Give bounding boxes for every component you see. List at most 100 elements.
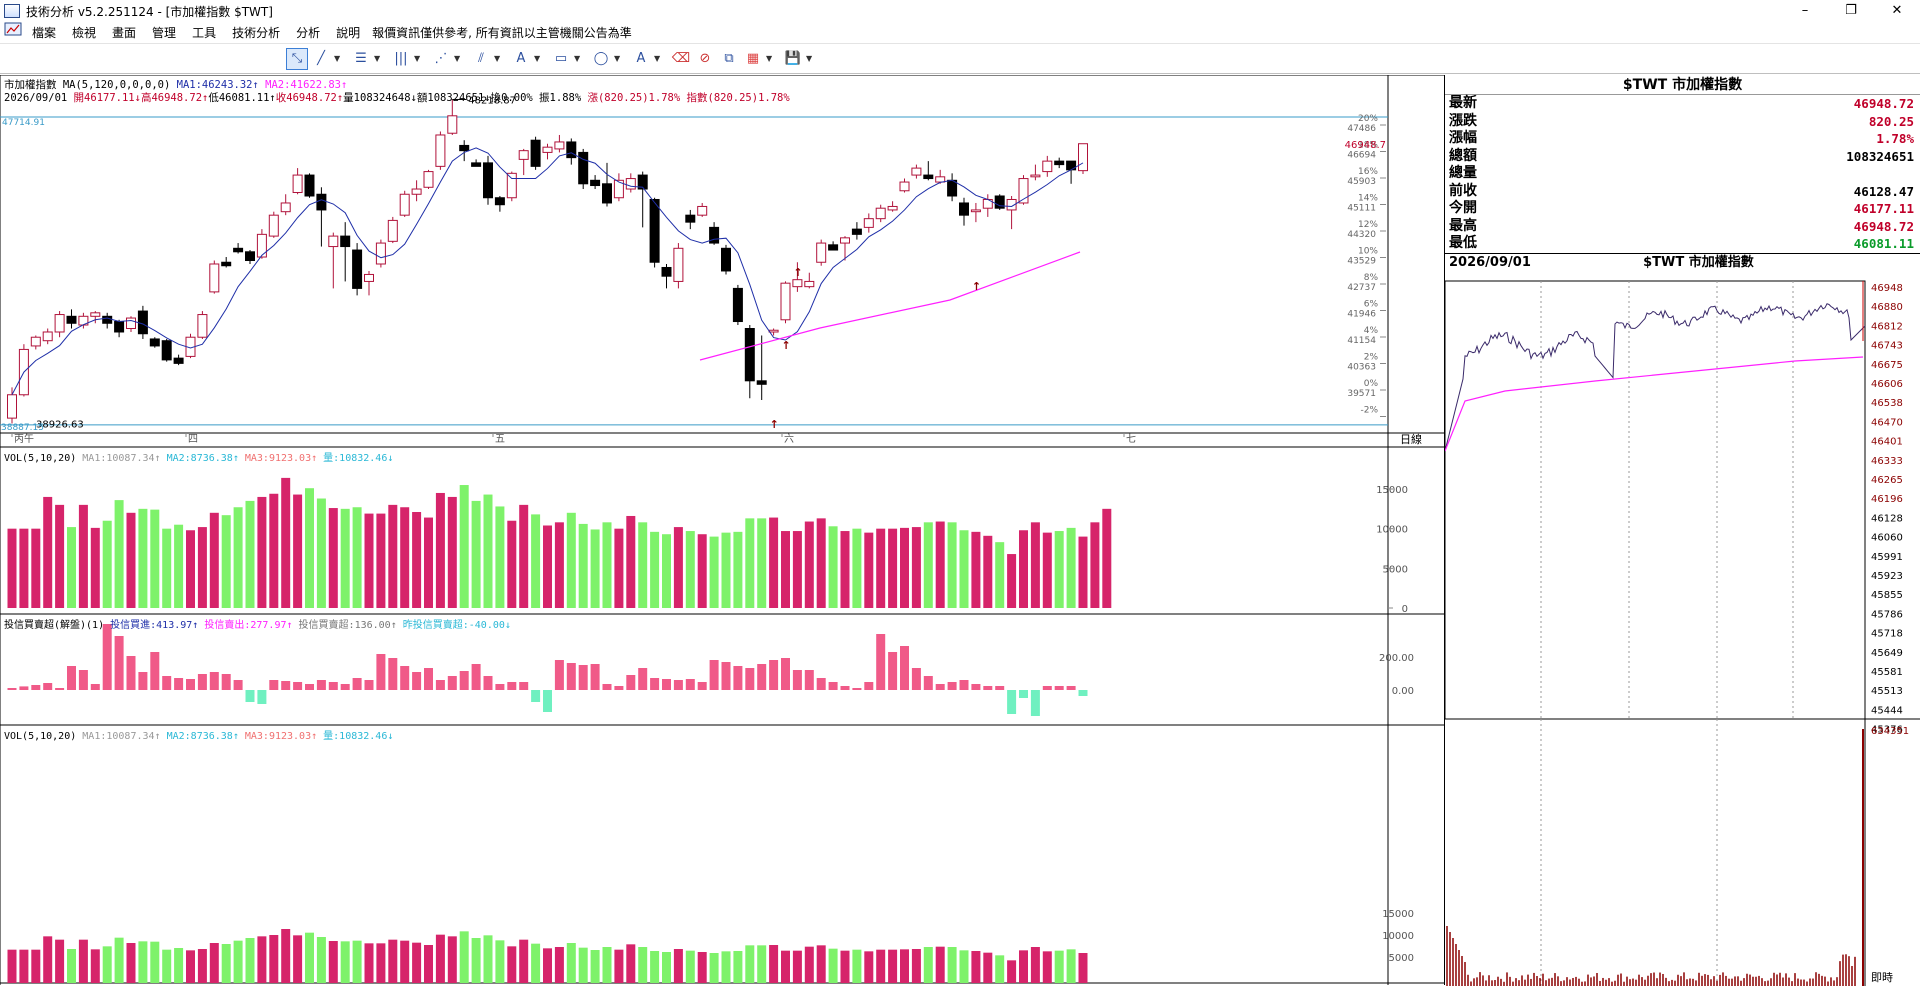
menu-screen[interactable]: 畫面 <box>104 22 144 44</box>
save-dropdown-icon[interactable]: ▼ <box>806 54 816 63</box>
line-icon[interactable]: ╱ <box>310 48 332 70</box>
chart-canvas[interactable]: 47714.91 20%4748618%4669416%4590314%45111… <box>0 75 1444 985</box>
volume2-bar <box>650 951 660 983</box>
menu-manage[interactable]: 管理 <box>144 22 184 44</box>
fan-icon[interactable]: ⋰ <box>430 48 452 70</box>
palette-dropdown-icon[interactable]: ▼ <box>766 54 776 63</box>
intraday-chart[interactable]: 46948 46880 46812 46743 46675 46606 46538 46470… <box>1444 271 1920 986</box>
inst-label[interactable]: 投信買賣超(解盤)(1) <box>4 620 104 631</box>
vol2-axis-label: 15000 <box>1382 909 1414 920</box>
candle-body <box>899 181 910 192</box>
vol2-label[interactable]: VOL(5,10,20) <box>4 731 76 742</box>
volume-bar <box>828 526 838 608</box>
eraser-icon[interactable]: ⌫ <box>670 48 692 70</box>
inst-bar <box>483 676 493 690</box>
candle-body <box>1078 143 1088 172</box>
candle-body <box>340 235 351 248</box>
yaxis-pct-label: 2% <box>1364 353 1379 363</box>
rectangle-dropdown-icon[interactable]: ▼ <box>574 54 584 63</box>
menu-tools[interactable]: 工具 <box>184 22 224 44</box>
inst-bar <box>424 668 433 690</box>
line-dropdown-icon[interactable]: ▼ <box>334 54 344 63</box>
minimize-button[interactable]: – <box>1782 0 1828 22</box>
volume-bar <box>1066 527 1076 608</box>
vertical-lines-icon[interactable]: ||| <box>390 48 412 70</box>
volume2-bar <box>209 943 219 983</box>
yaxis-price-label: 44320 <box>1347 230 1376 240</box>
volume-bar <box>435 492 445 608</box>
candle-body <box>970 209 981 213</box>
candle-body <box>1042 160 1053 173</box>
clear-icon[interactable]: ⊘ <box>694 48 716 70</box>
fibonacci-icon[interactable]: ☰ <box>350 48 372 70</box>
channel-icon[interactable]: ⫽ <box>470 48 492 70</box>
inst-bar <box>102 624 112 690</box>
text-dropdown-icon[interactable]: ▼ <box>534 54 544 63</box>
volume-bar <box>507 520 517 608</box>
copy-icon[interactable]: ⧉ <box>718 48 740 70</box>
candle-body <box>399 193 410 216</box>
candle-body <box>875 207 886 220</box>
menu-help[interactable]: 說明 <box>328 22 368 44</box>
menu-technical-analysis[interactable]: 技術分析 <box>224 22 288 44</box>
menu-analysis[interactable]: 分析 <box>288 22 328 44</box>
candle-body <box>923 174 934 180</box>
volume2-bar <box>1078 953 1088 983</box>
yaxis-pct-label: 20% <box>1358 114 1378 124</box>
quote-label: 今開 <box>1449 200 1477 216</box>
xaxis-label: 五 <box>495 434 505 445</box>
close-button[interactable]: ✕ <box>1874 0 1920 22</box>
vol-axis-label: 5000 <box>1383 564 1408 575</box>
volume-bar <box>126 512 136 608</box>
pointer-icon[interactable]: ⤡ <box>286 47 308 70</box>
left-bottom-label: 38887.15 <box>1 423 44 433</box>
arrow-text-icon[interactable]: A <box>630 48 652 70</box>
vol-qty: 量:10832.46↓ <box>323 453 394 464</box>
inst-bar <box>519 682 529 690</box>
volume2-bar <box>816 945 826 983</box>
candle-body <box>947 179 958 197</box>
volume-bar <box>1019 530 1028 608</box>
channel-dropdown-icon[interactable]: ▼ <box>494 54 504 63</box>
quote-value: 46948.72 <box>1853 218 1914 234</box>
vol-label[interactable]: VOL(5,10,20) <box>4 453 76 464</box>
ellipse-dropdown-icon[interactable]: ▼ <box>614 54 624 63</box>
candle-body <box>423 171 434 188</box>
volume-bar <box>447 496 457 608</box>
arrow-text-dropdown-icon[interactable]: ▼ <box>654 54 664 63</box>
inst-bar <box>828 682 838 690</box>
volume2-bar <box>804 946 814 983</box>
volume-bar <box>328 508 338 608</box>
inst-bar <box>507 682 517 690</box>
quote-label: 前收 <box>1449 182 1477 199</box>
candle-body <box>851 228 862 235</box>
menu-view[interactable]: 檢視 <box>64 22 104 44</box>
chart-area[interactable]: 47714.91 20% 47486 18% 46694 16% 45903 14% 45111… <box>0 75 1444 985</box>
inst-bar <box>662 679 671 690</box>
rectangle-icon[interactable]: ▭ <box>550 48 572 70</box>
mdi-icon[interactable] <box>0 21 24 44</box>
palette-icon[interactable]: ▦ <box>742 48 764 70</box>
maximize-button[interactable]: ❐ <box>1828 0 1874 22</box>
inst-bar <box>1054 686 1064 690</box>
vertical-lines-dropdown-icon[interactable]: ▼ <box>414 54 424 63</box>
volume2-bar <box>888 949 898 983</box>
vol2-ma2: MA2:8736.38↑ <box>166 731 239 742</box>
volume2-bar <box>424 945 433 983</box>
ellipse-icon[interactable]: ◯ <box>590 48 612 70</box>
signal-arrow: ↑ <box>770 418 779 431</box>
text-icon[interactable]: A <box>510 48 532 70</box>
hline-top-label: 47714.91 <box>2 118 45 128</box>
quote-label: 最高 <box>1449 217 1477 234</box>
fibonacci-dropdown-icon[interactable]: ▼ <box>374 54 384 63</box>
candle-body <box>566 141 577 159</box>
volume2-bar <box>78 939 88 983</box>
amplitude-value: 振1.88% <box>539 92 582 104</box>
inst-bar <box>650 678 660 690</box>
inst-bar <box>126 656 136 690</box>
menu-file[interactable]: 檔案 <box>24 22 64 44</box>
volume2-bar <box>531 943 541 983</box>
save-icon[interactable]: 💾 <box>782 48 804 70</box>
last-price-tag: 46948.7 <box>1345 140 1386 151</box>
fan-dropdown-icon[interactable]: ▼ <box>454 54 464 63</box>
